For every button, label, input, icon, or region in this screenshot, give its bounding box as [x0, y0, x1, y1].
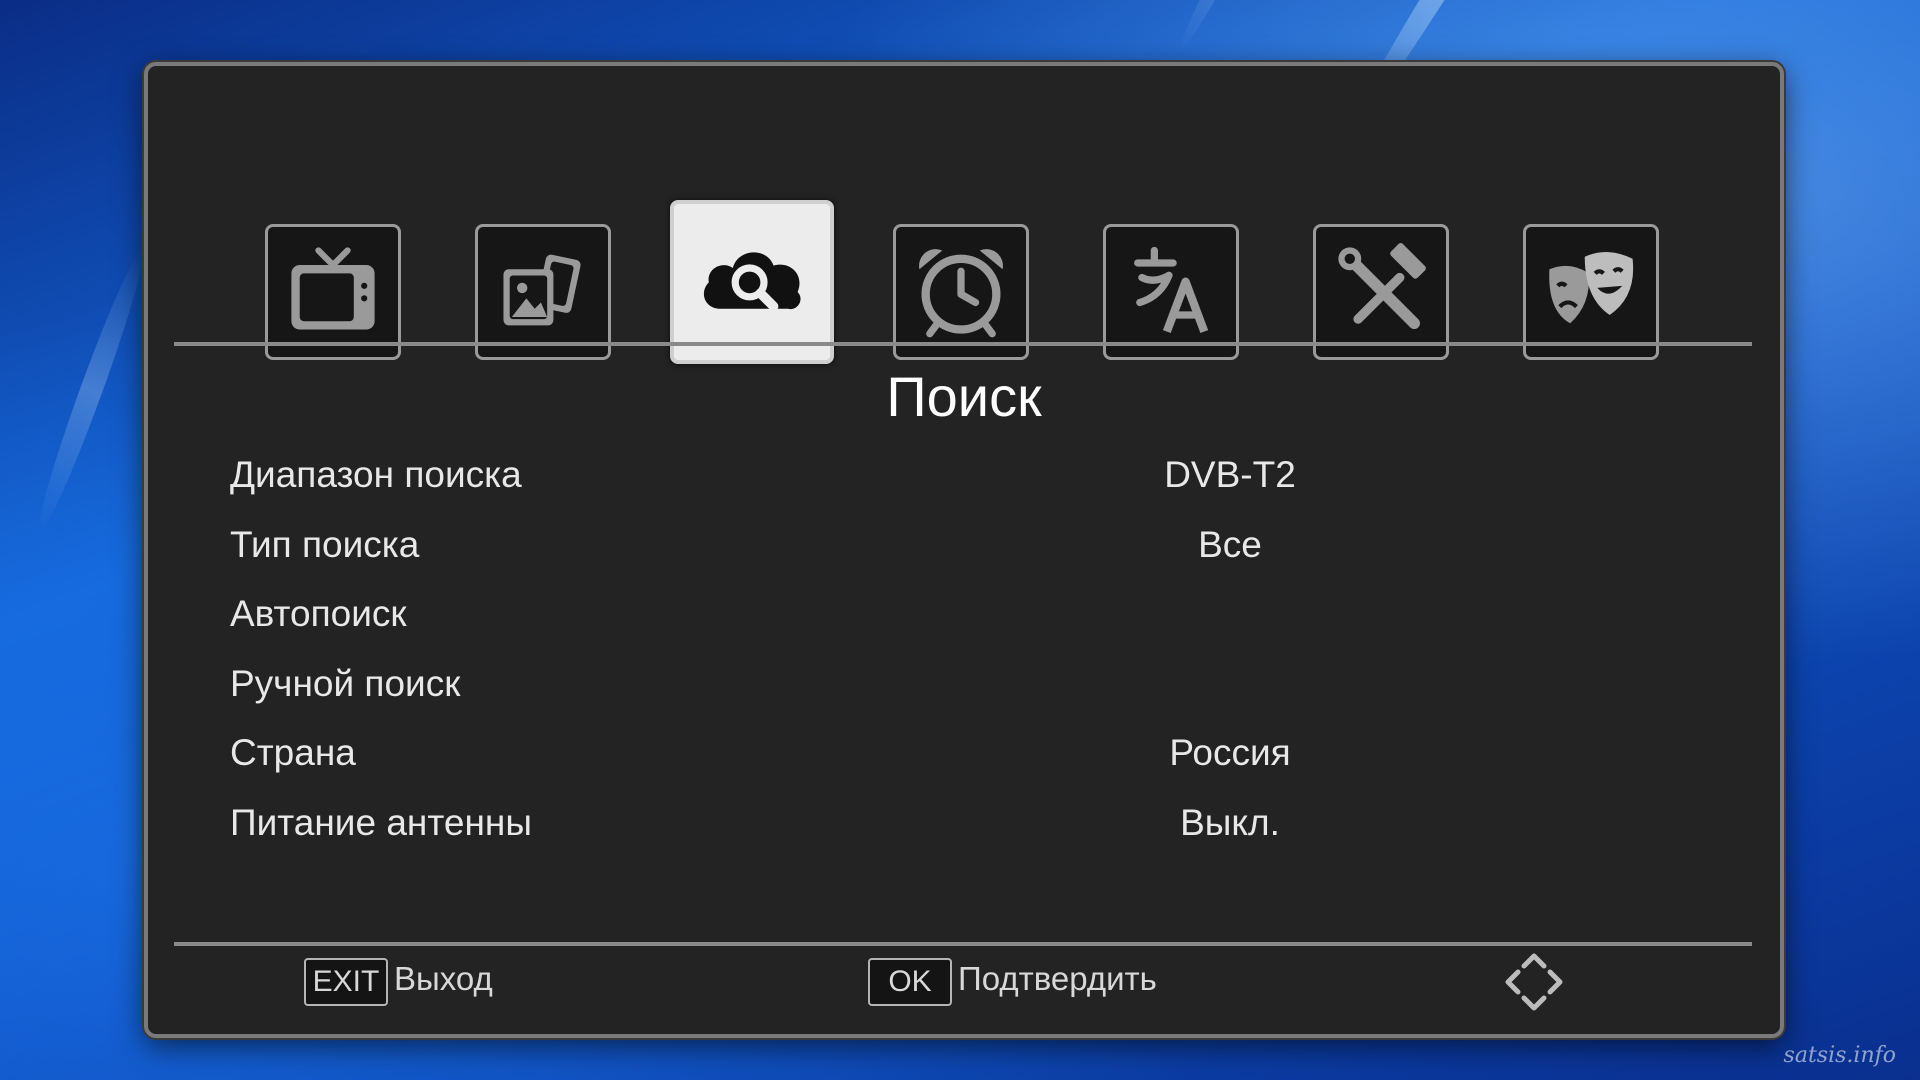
navigation-arrows-icon: [1502, 950, 1566, 1014]
theater-masks-icon: [1539, 238, 1643, 346]
menu-item-label: Ручной поиск: [230, 662, 461, 704]
exit-hint-label: Выход: [394, 960, 493, 997]
settings-panel: Поиск Диапазон поиска DVB-T2 Тип поиска …: [144, 62, 1784, 1038]
menu-item-search-range[interactable]: Диапазон поиска DVB-T2: [230, 444, 1730, 514]
menu-item-label: Питание антенны: [230, 801, 532, 843]
tab-entertainment[interactable]: [1523, 224, 1659, 360]
menu-item-antenna-power[interactable]: Питание антенны Выкл.: [230, 792, 1730, 862]
menu-item-value: Россия: [1169, 732, 1291, 773]
tab-language[interactable]: [1103, 224, 1239, 360]
tab-media[interactable]: [475, 224, 611, 360]
tab-timer[interactable]: [893, 224, 1029, 360]
menu-item-country[interactable]: Страна Россия: [230, 722, 1730, 792]
alarm-clock-icon: [909, 238, 1013, 346]
tab-settings[interactable]: [1313, 224, 1449, 360]
menu-item-label: Диапазон поиска: [230, 454, 522, 495]
menu-item-value: DVB-T2: [1164, 454, 1296, 495]
exit-key-badge[interactable]: EXIT: [304, 958, 388, 1006]
menu-item-manual-search[interactable]: Ручной поиск: [230, 653, 1730, 723]
tv-icon: [281, 238, 385, 346]
menu-item-auto-search[interactable]: Автопоиск: [230, 583, 1730, 653]
menu-item-label: Автопоиск: [230, 593, 407, 634]
ok-hint-label: Подтвердить: [958, 960, 1157, 997]
footer-hints: EXIT Выход OK Подтвердить: [148, 953, 1780, 1018]
menu-item-value: Выкл.: [1180, 801, 1280, 843]
top-divider: [174, 342, 1752, 346]
bottom-divider: [174, 942, 1752, 946]
background-streak: [29, 245, 153, 535]
menu-item-value: Все: [1198, 523, 1262, 565]
tab-tv[interactable]: [265, 224, 401, 360]
watermark: satsis.info: [1783, 1043, 1896, 1068]
tools-icon: [1329, 238, 1433, 346]
language-icon: [1119, 238, 1223, 346]
cloud-search-icon: [692, 220, 812, 344]
menu-item-label: Страна: [230, 732, 356, 773]
ok-key-badge[interactable]: OK: [868, 958, 952, 1006]
tab-search[interactable]: [670, 200, 834, 364]
category-tabs: [148, 134, 1780, 364]
page-title: Поиск: [886, 365, 1042, 428]
media-gallery-icon: [491, 238, 595, 346]
menu-item-search-type[interactable]: Тип поиска Все: [230, 514, 1730, 584]
search-menu: Диапазон поиска DVB-T2 Тип поиска Все Ав…: [230, 444, 1730, 861]
menu-item-label: Тип поиска: [230, 523, 420, 565]
